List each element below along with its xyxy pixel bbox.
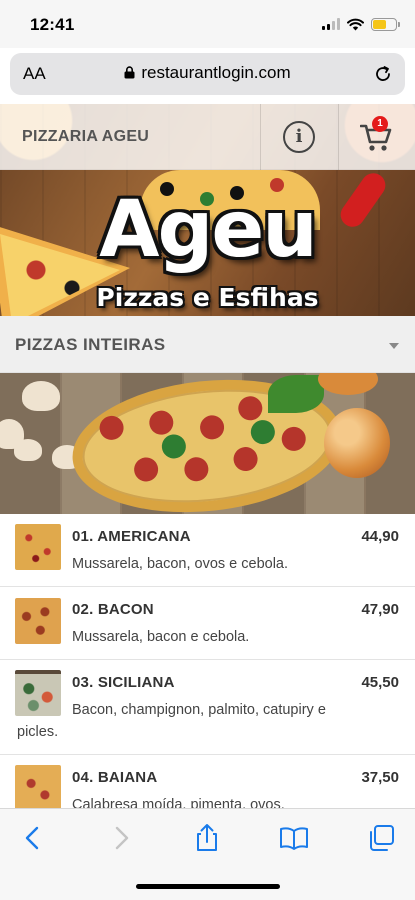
- product-name: 04. BAIANA: [72, 769, 158, 786]
- category-image: [0, 373, 415, 514]
- product-description: Calabresa moída, pimenta, ovos,: [72, 797, 285, 808]
- caret-down-icon: [389, 343, 399, 349]
- product-name: 01. AMERICANA: [72, 528, 191, 545]
- product-description-continued: picles.: [17, 724, 59, 740]
- signal-icon: [322, 18, 340, 30]
- product-price: 47,90: [361, 601, 399, 618]
- info-icon[interactable]: i: [283, 121, 315, 153]
- product-name: 02. BACON: [72, 601, 154, 618]
- category-label: PIZZAS INTEIRAS: [15, 335, 166, 354]
- status-icons: [322, 15, 400, 33]
- product-price: 44,90: [361, 528, 399, 545]
- url-display[interactable]: restaurantlogin.com: [10, 63, 405, 83]
- product-item[interactable]: 01. AMERICANA 44,90 Mussarela, bacon, ov…: [0, 514, 415, 587]
- battery-icon: [371, 17, 400, 31]
- lock-icon: [124, 66, 135, 79]
- status-time: 12:41: [30, 15, 75, 34]
- restaurant-name: PIZZARIA AGEU: [22, 128, 150, 145]
- status-bar: 12:41: [0, 0, 415, 48]
- bookmarks-icon[interactable]: [279, 823, 309, 853]
- address-bar[interactable]: AA restaurantlogin.com: [10, 53, 405, 95]
- forward-icon[interactable]: [106, 823, 136, 853]
- url-text: restaurantlogin.com: [141, 63, 291, 82]
- product-description: Mussarela, bacon e cebola.: [72, 629, 250, 645]
- reload-icon[interactable]: [373, 64, 393, 84]
- product-thumbnail: [15, 598, 61, 644]
- product-name: 03. SICILIANA: [72, 674, 175, 691]
- cart-count-badge: 1: [372, 116, 388, 132]
- product-item[interactable]: 03. SICILIANA 45,50 Bacon, champignon, p…: [0, 660, 415, 755]
- product-thumbnail: [15, 670, 61, 716]
- wifi-icon: [347, 18, 364, 30]
- logo-title: Ageu: [99, 185, 318, 275]
- product-item[interactable]: 02. BACON 47,90 Mussarela, bacon e cebol…: [0, 587, 415, 660]
- restaurant-header: PIZZARIA AGEU i: [0, 104, 415, 170]
- product-thumbnail: [15, 524, 61, 570]
- back-icon[interactable]: [18, 823, 48, 853]
- tabs-icon[interactable]: [366, 823, 396, 853]
- product-price: 37,50: [361, 769, 399, 786]
- product-thumbnail: [15, 765, 61, 808]
- logo-subtitle: Pizzas e Esfihas: [96, 283, 319, 312]
- product-description: Bacon, champignon, palmito, catupiry e: [72, 702, 326, 718]
- product-description: Mussarela, bacon, ovos e cebola.: [72, 556, 289, 572]
- product-item[interactable]: 04. BAIANA 37,50 Calabresa moída, piment…: [0, 755, 415, 808]
- category-dropdown[interactable]: PIZZAS INTEIRAS: [0, 316, 415, 373]
- home-indicator: [136, 884, 280, 889]
- share-icon[interactable]: [192, 823, 222, 853]
- product-price: 45,50: [361, 674, 399, 691]
